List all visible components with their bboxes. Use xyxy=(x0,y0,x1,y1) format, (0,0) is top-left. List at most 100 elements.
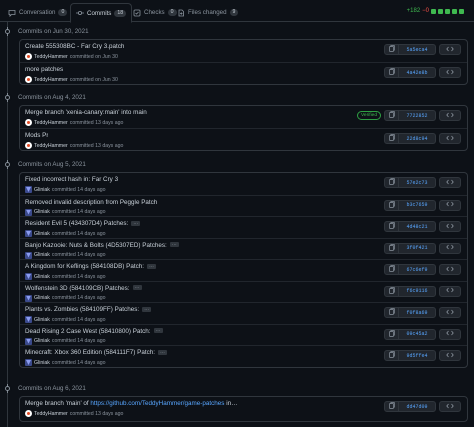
commit-author[interactable]: TeddyHammer xyxy=(34,54,68,60)
commit-title[interactable]: more patches xyxy=(25,66,63,73)
commit-message[interactable]: Wolfenstein 3D (584109CB) Patches: xyxy=(25,285,130,292)
commit-message[interactable]: Plants vs. Zombies (584109FF) Patches: xyxy=(25,306,139,313)
expand-message-button[interactable]: … xyxy=(157,349,167,355)
commit-author[interactable]: Gliniak xyxy=(34,274,50,280)
copy-sha-button[interactable] xyxy=(385,286,399,296)
commit-title[interactable]: Banjo Kazooie: Nuts & Bolts (4D5307ED) P… xyxy=(25,242,179,249)
browse-repo-button[interactable] xyxy=(439,133,461,144)
commit-message[interactable]: Mods Pr xyxy=(25,132,48,139)
commit-message[interactable]: Removed invalid description from Peggle … xyxy=(25,199,157,206)
avatar[interactable] xyxy=(25,273,32,280)
browse-repo-button[interactable] xyxy=(439,285,461,297)
browse-repo-button[interactable] xyxy=(439,307,461,318)
commit-sha-link[interactable]: b3c7659 xyxy=(399,201,435,210)
browse-repo-button[interactable] xyxy=(439,110,461,121)
copy-sha-button[interactable] xyxy=(385,308,399,317)
commit-message[interactable]: Merge branch 'xenia-canary:main' into ma… xyxy=(25,109,147,116)
avatar[interactable] xyxy=(25,359,32,366)
commit-message[interactable]: Fixed incorrect hash in: Far Cry 3 xyxy=(25,176,118,183)
copy-sha-button[interactable] xyxy=(385,329,399,339)
commit-author[interactable]: Gliniak xyxy=(34,338,50,344)
copy-sha-button[interactable] xyxy=(385,68,399,77)
commit-title[interactable]: Resident Evil 5 (434307D4) Patches:… xyxy=(25,220,141,227)
commit-sha-link[interactable]: 4d48c21 xyxy=(399,222,435,231)
browse-repo-button[interactable] xyxy=(439,67,461,78)
avatar[interactable] xyxy=(25,410,32,417)
browse-repo-button[interactable] xyxy=(439,242,461,254)
commit-message[interactable]: more patches xyxy=(25,66,63,73)
commit-sha-link[interactable]: 5a5eca4 xyxy=(399,45,435,54)
avatar[interactable] xyxy=(25,337,32,345)
avatar[interactable] xyxy=(25,251,32,259)
copy-sha-button[interactable] xyxy=(385,222,399,231)
browse-repo-button[interactable] xyxy=(439,350,461,361)
commit-link[interactable]: https://github.com/TeddyHammer/game-patc… xyxy=(90,400,224,407)
copy-sha-button[interactable] xyxy=(385,402,399,411)
avatar[interactable] xyxy=(25,186,32,193)
commit-title[interactable]: Plants vs. Zombies (584109FF) Patches:… xyxy=(25,306,152,313)
tab-files-changed[interactable]: Files changed 9 xyxy=(172,3,243,22)
commit-title[interactable]: Fixed incorrect hash in: Far Cry 3 xyxy=(25,176,118,183)
copy-sha-button[interactable] xyxy=(385,178,399,187)
expand-message-button[interactable]: … xyxy=(131,220,141,226)
expand-message-button[interactable]: … xyxy=(153,328,163,334)
commit-title[interactable]: Create 555308BC - Far Cry 3.patch xyxy=(25,43,124,50)
expand-message-button[interactable]: … xyxy=(147,263,157,269)
commit-message[interactable]: Merge branch 'main' of xyxy=(25,400,90,407)
avatar[interactable] xyxy=(25,316,32,323)
copy-sha-button[interactable] xyxy=(385,111,399,120)
commit-message[interactable]: Create 555308BC - Far Cry 3.patch xyxy=(25,43,124,50)
commit-sha-link[interactable]: 09c45a2 xyxy=(399,330,435,339)
commit-sha-link[interactable]: 3f0f421 xyxy=(399,244,435,253)
avatar[interactable] xyxy=(25,76,32,83)
avatar[interactable] xyxy=(25,142,32,149)
avatar[interactable] xyxy=(25,119,32,126)
commit-title[interactable]: Wolfenstein 3D (584109CB) Patches:… xyxy=(25,285,142,292)
browse-repo-button[interactable] xyxy=(439,221,461,232)
browse-repo-button[interactable] xyxy=(439,328,461,340)
commit-author[interactable]: Gliniak xyxy=(34,360,50,366)
commit-title[interactable]: A Kingdom for Keflings (584108DB) Patch:… xyxy=(25,263,157,270)
commit-sha-link[interactable]: dd47d09 xyxy=(399,402,435,411)
commit-sha-link[interactable]: f0f8a69 xyxy=(399,308,435,317)
copy-sha-button[interactable] xyxy=(385,45,399,54)
copy-sha-button[interactable] xyxy=(385,134,399,143)
commit-sha-link[interactable]: f6c9116 xyxy=(399,287,435,296)
browse-repo-button[interactable] xyxy=(439,264,461,275)
avatar[interactable] xyxy=(25,208,32,216)
commit-author[interactable]: TeddyHammer xyxy=(34,77,68,83)
commit-title[interactable]: Dead Rising 2 Case West (58410800) Patch… xyxy=(25,328,163,335)
commit-message[interactable]: Dead Rising 2 Case West (58410800) Patch… xyxy=(25,328,151,335)
commit-author[interactable]: TeddyHammer xyxy=(34,411,68,417)
commit-title[interactable]: Mods Pr xyxy=(25,132,48,139)
commit-message[interactable]: Banjo Kazooie: Nuts & Bolts (4D5307ED) P… xyxy=(25,242,167,249)
browse-repo-button[interactable] xyxy=(439,401,461,412)
commit-author[interactable]: Gliniak xyxy=(34,209,50,215)
copy-sha-button[interactable] xyxy=(385,200,399,210)
copy-sha-button[interactable] xyxy=(385,351,399,360)
expand-message-button[interactable]: … xyxy=(169,242,179,248)
commit-author[interactable]: Gliniak xyxy=(34,231,50,237)
commit-sha-link[interactable]: 57e2c73 xyxy=(399,178,435,187)
browse-repo-button[interactable] xyxy=(439,199,461,211)
commit-title[interactable]: Merge branch 'main' of https://github.co… xyxy=(25,400,237,407)
verified-badge[interactable]: Verified xyxy=(357,111,381,120)
commit-message[interactable]: Minecraft: Xbox 360 Edition (584111F7) P… xyxy=(25,349,155,356)
commit-author[interactable]: TeddyHammer xyxy=(34,143,68,149)
commit-title[interactable]: Merge branch 'xenia-canary:main' into ma… xyxy=(25,109,147,116)
copy-sha-button[interactable] xyxy=(385,243,399,253)
tab-commits[interactable]: Commits 18 xyxy=(70,3,133,23)
expand-message-button[interactable]: … xyxy=(142,306,152,312)
avatar[interactable] xyxy=(25,230,32,237)
commit-author[interactable]: Gliniak xyxy=(34,317,50,323)
commit-author[interactable]: Gliniak xyxy=(34,252,50,258)
commit-title[interactable]: Minecraft: Xbox 360 Edition (584111F7) P… xyxy=(25,349,167,356)
avatar[interactable] xyxy=(25,294,32,302)
copy-sha-button[interactable] xyxy=(385,265,399,274)
commit-author[interactable]: Gliniak xyxy=(34,187,50,193)
browse-repo-button[interactable] xyxy=(439,177,461,188)
browse-repo-button[interactable] xyxy=(439,44,461,55)
tab-conversation[interactable]: Conversation 0 xyxy=(3,3,72,22)
commit-author[interactable]: TeddyHammer xyxy=(34,120,68,126)
commit-sha-link[interactable]: 9d5ffe4 xyxy=(399,351,435,360)
